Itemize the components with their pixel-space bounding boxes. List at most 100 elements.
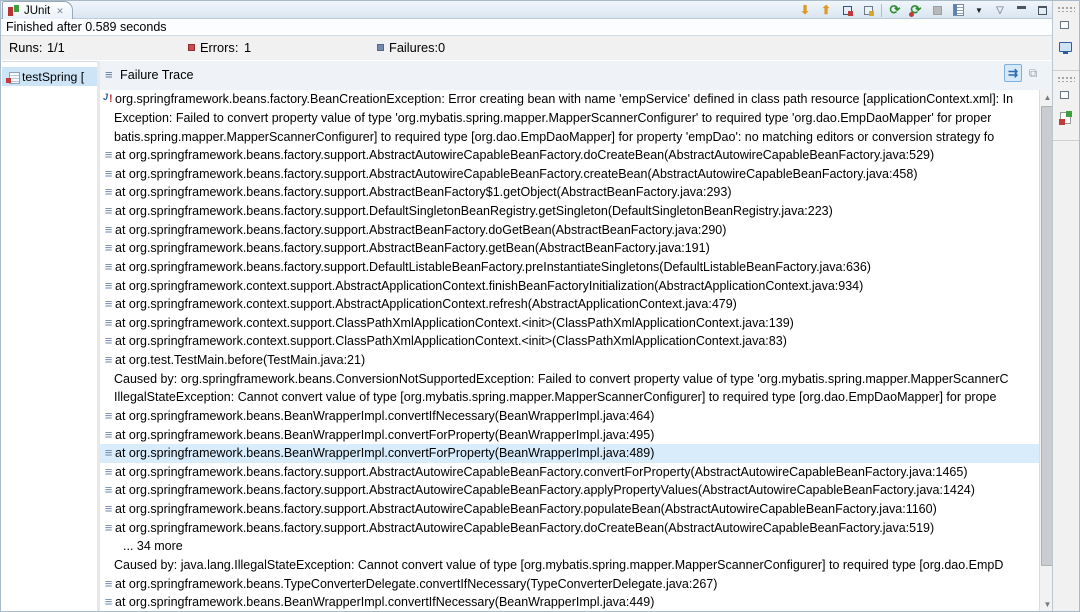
junit-view: JUnit ✕ ⬇ ⬆ ⟳ ⟳ ▼ ▽ Finished after 0.589… [1,1,1054,611]
trace-line[interactable]: at org.springframework.beans.BeanWrapper… [100,425,1039,444]
trace-line[interactable]: at org.springframework.context.support.C… [100,332,1039,351]
trace-line[interactable]: at org.springframework.beans.factory.sup… [100,518,1039,537]
trace-line[interactable]: org.springframework.beans.factory.BeanCr… [100,90,1039,109]
runs-value: 1/1 [47,40,65,55]
show-skipped-tests-icon[interactable] [860,2,876,18]
trace-line-text: at org.springframework.context.support.A… [115,297,737,312]
trace-line[interactable]: at org.test.TestMain.before(TestMain.jav… [100,351,1039,370]
trace-line[interactable]: at org.springframework.context.support.A… [100,295,1039,314]
trace-line-text: at org.springframework.beans.TypeConvert… [115,576,718,591]
stop-test-icon[interactable] [929,2,945,18]
trace-line-icon [102,502,115,516]
trace-line[interactable]: at org.springframework.beans.factory.sup… [100,165,1039,184]
trace-line[interactable]: at org.springframework.beans.factory.sup… [100,146,1039,165]
errors-label: Errors: [200,40,239,55]
trace-line-text: ... 34 more [123,539,183,554]
errors-value: 1 [244,40,252,55]
restore-view-button[interactable] [1057,18,1075,34]
trace-line[interactable]: ... 34 more [100,537,1039,556]
trace-line[interactable]: Caused by: org.springframework.beans.Con… [100,369,1039,388]
trace-line-icon [102,185,115,199]
trace-line[interactable]: Exception: Failed to convert property va… [100,109,1039,128]
trace-line-text: IllegalStateException: Cannot convert va… [114,390,997,405]
trace-line[interactable]: batis.spring.mapper.MapperScannerConfigu… [100,127,1039,146]
trace-line-icon [102,223,115,237]
test-tree-item-label: testSpring [ [22,69,85,84]
trace-line-icon [102,409,115,423]
failures-only-glyph [842,5,853,16]
trace-line-icon [102,204,115,218]
trace-line[interactable]: at org.springframework.beans.factory.sup… [100,202,1039,221]
trace-line-text: org.springframework.beans.factory.BeanCr… [115,92,1014,107]
trace-line-text: at org.springframework.context.support.A… [115,278,864,293]
trace-line-icon [102,279,115,293]
failure-trace-header: ≡ Failure Trace ⇉ ⧉ [100,61,1054,90]
maximize-glyph [1037,5,1047,15]
rerun-test-icon[interactable]: ⟳ [887,2,903,18]
trace-line[interactable]: at org.springframework.beans.BeanWrapper… [100,443,1039,463]
trace-line-icon [102,465,115,479]
minimize-view-icon[interactable] [1013,2,1029,18]
test-error-icon [6,71,20,84]
compare-result-button[interactable]: ⧉ [1024,64,1042,82]
filter-stack-trace-icon: ⇉ [1007,66,1019,80]
trace-line[interactable]: Caused by: java.lang.IllegalStateExcepti… [100,556,1039,575]
run-status-bar: Finished after 0.589 seconds [1,20,1054,36]
test-tree-item[interactable]: testSpring [ [2,67,97,86]
trace-line[interactable]: at org.springframework.beans.factory.sup… [100,239,1039,258]
trace-line[interactable]: at org.springframework.context.support.A… [100,276,1039,295]
trace-line-icon [102,316,115,330]
trace-line[interactable]: at org.springframework.beans.TypeConvert… [100,574,1039,593]
test-run-history-icon[interactable] [950,2,966,18]
trace-line[interactable]: at org.springframework.beans.factory.sup… [100,183,1039,202]
previous-failed-test-icon[interactable]: ⬆ [818,2,834,18]
trace-line-icon [102,92,115,106]
junit-toolbar: ⬇ ⬆ ⟳ ⟳ ▼ ▽ [797,2,1050,18]
console-view-button[interactable] [1057,40,1075,56]
trace-line[interactable]: at org.springframework.beans.factory.sup… [100,500,1039,519]
minimized-view-group [1053,1,1079,71]
view-menu-icon[interactable]: ▽ [992,2,1008,18]
trace-line-text: at org.springframework.beans.factory.sup… [115,185,732,200]
tab-junit[interactable]: JUnit ✕ [2,1,73,19]
trace-line[interactable]: at org.springframework.beans.BeanWrapper… [100,593,1039,611]
trace-line-text: Caused by: java.lang.IllegalStateExcepti… [114,557,1004,572]
restore-view-button[interactable] [1057,88,1075,104]
trace-line-text: at org.springframework.beans.factory.sup… [115,204,833,219]
trace-line[interactable]: at org.springframework.context.support.C… [100,314,1039,333]
minimized-views-strip [1052,1,1079,611]
junit-view-window: JUnit ✕ ⬇ ⬆ ⟳ ⟳ ▼ ▽ Finished after 0.589… [0,0,1080,612]
trace-line-text: at org.springframework.beans.factory.sup… [115,222,727,237]
failures-label: Failures: [389,40,439,55]
history-glyph [952,4,964,16]
drag-handle[interactable] [1057,76,1075,82]
trace-line[interactable]: at org.springframework.beans.factory.sup… [100,258,1039,277]
trace-line[interactable]: IllegalStateException: Cannot convert va… [100,388,1039,407]
tab-close-icon[interactable]: ✕ [56,6,64,17]
drag-handle[interactable] [1057,6,1075,12]
trace-line-icon [102,353,115,367]
trace-line-icon [102,521,115,535]
rerun-failed-first-icon[interactable]: ⟳ [908,2,924,18]
trace-line[interactable]: at org.springframework.beans.BeanWrapper… [100,407,1039,426]
trace-line-text: at org.springframework.context.support.C… [115,315,794,330]
trace-line[interactable]: at org.springframework.beans.factory.sup… [100,463,1039,482]
maximize-view-icon[interactable] [1034,2,1050,18]
trace-line-icon [102,167,115,181]
show-failures-only-icon[interactable] [839,2,855,18]
junit-icon [1059,111,1072,125]
next-failed-test-icon[interactable]: ⬇ [797,2,813,18]
junit-view-button[interactable] [1057,110,1075,126]
trace-line-text: batis.spring.mapper.MapperScannerConfigu… [114,129,995,144]
trace-line-text: at org.springframework.beans.factory.sup… [115,241,710,256]
runs-label: Runs: [9,40,43,55]
history-dropdown-icon[interactable]: ▼ [971,2,987,18]
filter-stack-trace-button[interactable]: ⇉ [1004,64,1022,82]
trace-line-icon [102,446,115,460]
finished-text: Finished after 0.589 seconds [6,20,167,34]
failures-icon [377,44,384,51]
trace-line[interactable]: at org.springframework.beans.factory.sup… [100,220,1039,239]
trace-line-text: at org.springframework.beans.BeanWrapper… [115,446,655,461]
restore-icon [1060,18,1074,29]
trace-line[interactable]: at org.springframework.beans.factory.sup… [100,481,1039,500]
